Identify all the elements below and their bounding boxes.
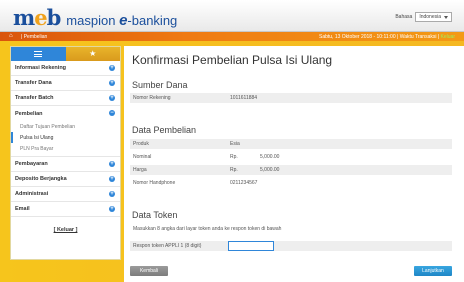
account-value: 1011611884 xyxy=(230,95,258,101)
price-label: Harga xyxy=(133,167,147,173)
row-token-response: Respon token APPLI 1 (8 digit) xyxy=(130,241,452,251)
header: meb maspion e-banking Bahasa Indonesia xyxy=(0,0,464,32)
session-info: Sabtu, 13 Oktober 2018 - 10:11:00 | Wakt… xyxy=(318,34,455,40)
price-value: 5,000.00 xyxy=(260,167,280,173)
section-title-sumber-dana: Sumber Dana xyxy=(132,80,188,90)
token-response-input[interactable] xyxy=(228,241,274,251)
language-selector: Bahasa Indonesia xyxy=(395,12,452,22)
expand-icon: + xyxy=(109,95,115,101)
sidebar-item-transfer-dana[interactable]: Transfer Dana + xyxy=(11,76,120,91)
token-response-label: Respon token APPLI 1 (8 digit) xyxy=(133,243,202,249)
product-value: Esia xyxy=(230,141,240,147)
sidebar-item-deposito[interactable]: Deposito Berjangka + xyxy=(11,172,120,187)
sidebar: ★ Informasi Rekening + Transfer Dana + T… xyxy=(10,46,121,260)
sidebar-tabs: ★ xyxy=(11,47,120,61)
home-icon[interactable]: ⌂ xyxy=(9,33,13,39)
expand-icon: + xyxy=(109,176,115,182)
tab-menu[interactable] xyxy=(11,47,66,61)
expand-icon: + xyxy=(109,80,115,86)
row-account: Nomor Rekening 1011611884 xyxy=(130,93,452,103)
pembelian-submenu: Daftar Tujuan Pembelian Pulsa Isi Ulang … xyxy=(11,121,120,157)
language-dropdown[interactable]: Indonesia xyxy=(415,12,452,22)
sidebar-subitem-pln-pra-bayar[interactable]: PLN Pra Bayar xyxy=(11,143,120,154)
row-price: Harga Rp. 5,000.00 xyxy=(130,165,452,175)
nominal-currency: Rp. xyxy=(230,154,238,160)
nominal-label: Nominal xyxy=(133,154,152,160)
main-panel: Konfirmasi Pembelian Pulsa Isi Ulang Sum… xyxy=(124,46,464,282)
page-title: Konfirmasi Pembelian Pulsa Isi Ulang xyxy=(132,53,333,67)
price-currency: Rp. xyxy=(230,167,238,173)
sidebar-item-administrasi[interactable]: Administrasi + xyxy=(11,187,120,202)
back-button[interactable]: Kembali xyxy=(130,266,168,276)
section-title-data-pembelian: Data Pembelian xyxy=(132,125,197,135)
brand-text: maspion e-banking xyxy=(66,12,178,29)
logo-mark: meb xyxy=(13,5,61,30)
phone-value: 0211234567 xyxy=(230,180,258,186)
chevron-down-icon xyxy=(444,15,448,19)
language-value: Indonesia xyxy=(419,14,441,20)
nominal-value: 5,000.00 xyxy=(260,154,280,160)
maspion-logo: meb maspion e-banking xyxy=(13,5,178,30)
sidebar-item-pembelian[interactable]: Pembelian − xyxy=(11,106,120,121)
sidebar-item-transfer-batch[interactable]: Transfer Batch + xyxy=(11,91,120,106)
sidebar-item-informasi-rekening[interactable]: Informasi Rekening + xyxy=(11,61,120,76)
product-label: Produk xyxy=(133,141,149,147)
row-nominal: Nominal Rp. 5,000.00 xyxy=(130,152,452,162)
sidebar-subitem-daftar-tujuan[interactable]: Daftar Tujuan Pembelian xyxy=(11,121,120,132)
row-phone: Nomor Handphone 0211234567 xyxy=(130,178,452,188)
expand-icon: + xyxy=(109,191,115,197)
row-token-instruction: Masukkan 8 angka dari layar token anda k… xyxy=(130,224,452,234)
collapse-icon: − xyxy=(109,110,115,116)
expand-icon: + xyxy=(109,206,115,212)
tab-favorites[interactable]: ★ xyxy=(66,47,121,61)
language-label: Bahasa xyxy=(395,14,413,20)
phone-label: Nomor Handphone xyxy=(133,180,176,186)
menu-icon xyxy=(34,51,43,57)
expand-icon: + xyxy=(109,65,115,71)
breadcrumb: | Pembelian xyxy=(21,34,48,40)
sidebar-subitem-pulsa-isi-ulang[interactable]: Pulsa Isi Ulang xyxy=(11,132,120,143)
next-button[interactable]: Lanjutkan xyxy=(414,266,452,276)
section-title-data-token: Data Token xyxy=(132,210,178,220)
breadcrumb-bar: ⌂ | Pembelian Sabtu, 13 Oktober 2018 - 1… xyxy=(0,32,464,41)
sidebar-item-email[interactable]: Email + xyxy=(11,202,120,217)
app-frame: meb maspion e-banking Bahasa Indonesia ⌂… xyxy=(0,0,464,282)
topbar-logout-link[interactable]: Keluar xyxy=(441,34,455,40)
row-product: Produk Esia xyxy=(130,139,452,149)
sidebar-logout-link[interactable]: [ Keluar ] xyxy=(11,227,120,233)
account-label: Nomor Rekening xyxy=(133,95,171,101)
expand-icon: + xyxy=(109,161,115,167)
token-instruction: Masukkan 8 angka dari layar token anda k… xyxy=(133,226,282,232)
sidebar-item-pembayaran[interactable]: Pembayaran + xyxy=(11,157,120,172)
star-icon: ★ xyxy=(89,49,97,58)
